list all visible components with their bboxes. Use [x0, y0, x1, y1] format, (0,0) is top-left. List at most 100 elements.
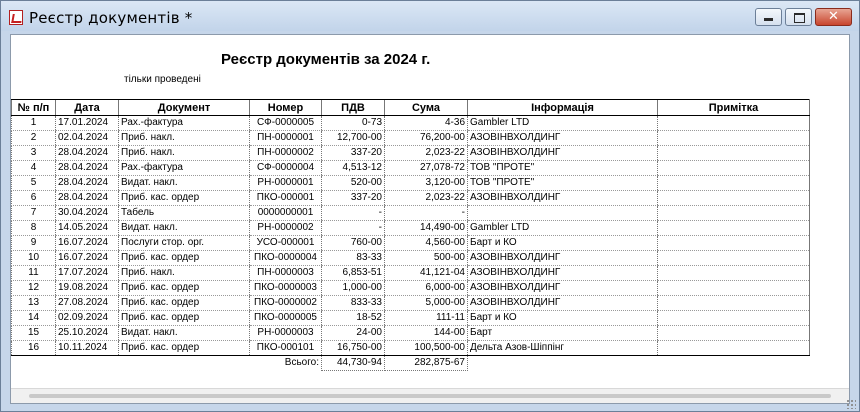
cell-info: Gambler LTD: [467, 220, 658, 236]
cell-vat: 24-00: [321, 325, 385, 341]
col-header-note: Примітка: [657, 99, 810, 116]
cell-note: [657, 115, 810, 131]
table-row[interactable]: 6 28.04.2024 Приб. кас. ордер ПКО-000001 337…: [11, 190, 810, 206]
cell-document: Приб. кас. ордер: [118, 190, 250, 206]
table-row[interactable]: 7 30.04.2024 Табель 0000000001- -: [11, 205, 810, 221]
cell-number: 4: [11, 160, 56, 176]
report-title: Реєстр документів за 2024 г.: [221, 51, 431, 68]
cell-vat: -: [321, 220, 385, 236]
title-bar[interactable]: Реєстр документів * ✕: [1, 1, 859, 31]
table-row[interactable]: 1 17.01.2024 Рах.-фактура СФ-0000005 0-73 4-3…: [11, 115, 810, 131]
cell-sum: 500-00: [384, 250, 468, 266]
cell-date: 28.04.2024: [55, 160, 119, 176]
cell-info: [467, 205, 658, 221]
cell-info: АЗОВІНВХОЛДИНГ: [467, 130, 658, 146]
cell-vat: 83-33: [321, 250, 385, 266]
cell-note: [657, 190, 810, 206]
cell-doc-number: ПН-0000003: [249, 265, 322, 281]
cell-sum: 41,121-04: [384, 265, 468, 281]
cell-doc-number: ПКО-0000004: [249, 250, 322, 266]
cell-sum: -: [384, 205, 468, 221]
cell-date: 17.07.2024: [55, 265, 119, 281]
minimize-button[interactable]: [755, 8, 782, 26]
cell-doc-number: ПКО-000101: [249, 340, 322, 356]
cell-date: 14.05.2024: [55, 220, 119, 236]
table-row[interactable]: 10 16.07.2024 Приб. кас. ордер ПКО-0000004 8…: [11, 250, 810, 266]
cell-doc-number: РН-0000003: [249, 325, 322, 341]
app-icon[interactable]: [9, 10, 23, 25]
col-header-date: Дата: [55, 99, 119, 116]
cell-info: Gambler LTD: [467, 115, 658, 131]
resize-grip-icon[interactable]: [846, 399, 856, 409]
table-row[interactable]: 14 02.09.2024 Приб. кас. ордер ПКО-0000005 1…: [11, 310, 810, 326]
cell-number: 15: [11, 325, 56, 341]
cell-info: Барт и КО: [467, 310, 658, 326]
col-header-sum: Сума: [384, 99, 468, 116]
cell-document: Табель: [118, 205, 250, 221]
cell-vat: 833-33: [321, 295, 385, 311]
report-sheet: Реєстр документів за 2024 г. тільки пров…: [11, 35, 849, 388]
table-row[interactable]: 3 28.04.2024 Приб. накл. ПН-0000002 337-20 2,…: [11, 145, 810, 161]
cell-vat: -: [321, 205, 385, 221]
cell-number: 14: [11, 310, 56, 326]
cell-date: 27.08.2024: [55, 295, 119, 311]
cell-doc-number: СФ-0000004: [249, 160, 322, 176]
total-label: Всього:: [284, 357, 319, 369]
cell-vat: 1,000-00: [321, 280, 385, 296]
horizontal-scrollbar[interactable]: [11, 388, 849, 403]
cell-number: 10: [11, 250, 56, 266]
cell-document: Приб. кас. ордер: [118, 340, 250, 356]
cell-doc-number: УСО-000001: [249, 235, 322, 251]
cell-info: АЗОВІНВХОЛДИНГ: [467, 280, 658, 296]
cell-info: Дельта Азов-Шіппінг: [467, 340, 658, 356]
close-button[interactable]: ✕: [815, 8, 852, 26]
scrollbar-thumb[interactable]: [29, 394, 831, 398]
col-header-info: Інформація: [467, 99, 658, 116]
table-row[interactable]: 4 28.04.2024 Рах.-фактура СФ-0000004 4,513-1…: [11, 160, 810, 176]
table-row[interactable]: 8 14.05.2024 Видат. накл. РН-0000002-14,490…: [11, 220, 810, 236]
table-row[interactable]: 11 17.07.2024 Приб. накл. ПН-0000003 6,853-5…: [11, 265, 810, 281]
cell-date: 16.07.2024: [55, 235, 119, 251]
col-header-number: № п/п: [11, 99, 56, 116]
cell-date: 28.04.2024: [55, 190, 119, 206]
table-row[interactable]: 9 16.07.2024 Послуги стор. орг. УСО-000001 7…: [11, 235, 810, 251]
cell-document: Послуги стор. орг.: [118, 235, 250, 251]
maximize-button[interactable]: [785, 8, 812, 26]
cell-vat: 760-00: [321, 235, 385, 251]
cell-doc-number: РН-0000002: [249, 220, 322, 236]
table-row[interactable]: 13 27.08.2024 Приб. кас. ордер ПКО-0000002 8…: [11, 295, 810, 311]
cell-vat: 6,853-51: [321, 265, 385, 281]
cell-note: [657, 130, 810, 146]
cell-number: 11: [11, 265, 56, 281]
cell-vat: 520-00: [321, 175, 385, 191]
table-row[interactable]: 15 25.10.2024 Видат. накл. РН-0000003 24-00 1…: [11, 325, 810, 341]
cell-info: АЗОВІНВХОЛДИНГ: [467, 265, 658, 281]
total-sum: 282,875-67: [384, 355, 468, 371]
cell-vat: 337-20: [321, 190, 385, 206]
cell-sum: 76,200-00: [384, 130, 468, 146]
cell-document: Приб. кас. ордер: [118, 250, 250, 266]
cell-doc-number: ПН-0000002: [249, 145, 322, 161]
cell-note: [657, 175, 810, 191]
cell-document: Приб. накл.: [118, 145, 250, 161]
cell-sum: 27,078-72: [384, 160, 468, 176]
cell-note: [657, 265, 810, 281]
table-row[interactable]: 16 10.11.2024 Приб. кас. ордер ПКО-000101 16…: [11, 340, 810, 356]
cell-note: [657, 250, 810, 266]
cell-note: [657, 145, 810, 161]
cell-vat: 0-73: [321, 115, 385, 131]
table-row[interactable]: 2 02.04.2024 Приб. накл. ПН-0000001 12,700-0…: [11, 130, 810, 146]
table-row[interactable]: 12 19.08.2024 Приб. кас. ордер ПКО-0000003 1…: [11, 280, 810, 296]
cell-number: 7: [11, 205, 56, 221]
cell-sum: 5,000-00: [384, 295, 468, 311]
col-header-doc-number: Номер: [249, 99, 322, 116]
cell-date: 17.01.2024: [55, 115, 119, 131]
cell-number: 2: [11, 130, 56, 146]
cell-sum: 100,500-00: [384, 340, 468, 356]
table-row[interactable]: 5 28.04.2024 Видат. накл. РН-0000001 520-00 3…: [11, 175, 810, 191]
cell-doc-number: ПКО-0000005: [249, 310, 322, 326]
cell-vat: 4,513-12: [321, 160, 385, 176]
cell-doc-number: ПКО-000001: [249, 190, 322, 206]
cell-note: [657, 310, 810, 326]
cell-info: АЗОВІНВХОЛДИНГ: [467, 190, 658, 206]
